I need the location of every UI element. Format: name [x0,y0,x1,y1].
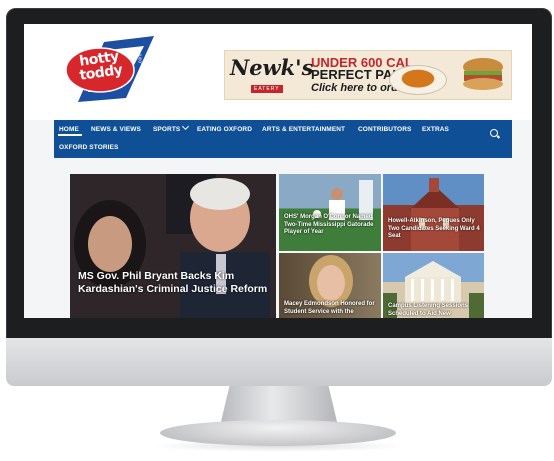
story-title[interactable]: Campus Listening Sessions Scheduled to A… [388,303,482,318]
nav-item-arts-entertainment[interactable]: ARTS & ENTERTAINMENT [262,126,345,133]
search-icon[interactable] [490,129,498,137]
story-title[interactable]: MS Gov. Phil Bryant Backs Kim Kardashian… [78,270,268,296]
nav-item-home[interactable]: HOME [59,126,79,133]
main-nav: HOME NEWS & VIEWS SPORTS EATING OXFORD A… [54,120,512,158]
nav-item-oxford-stories[interactable]: OXFORD STORIES [59,144,118,151]
nav-item-contributors[interactable]: CONTRIBUTORS [358,126,411,133]
newks-ad-banner[interactable]: Newk's EATERY UNDER 600 CAL PERFECT PAIR… [224,50,512,100]
ad-brand: Newk's [230,55,314,80]
story-title[interactable]: Macey Edmondson Honored for Student Serv… [284,301,378,316]
story-card[interactable]: Macey Edmondson Honored for Student Serv… [279,253,381,318]
monitor-stand-foot [160,420,396,446]
nav-item-eating-oxford[interactable]: EATING OXFORD [197,126,252,133]
soup-bowl-image [389,65,447,95]
story-card[interactable]: OHS' Morgan O'Connor Named Two-Time Miss… [279,174,381,251]
logo-suffix: .com [137,53,144,65]
featured-story-main[interactable]: MS Gov. Phil Bryant Backs Kim Kardashian… [70,174,276,318]
featured-stories: MS Gov. Phil Bryant Backs Kim Kardashian… [70,174,484,318]
story-title[interactable]: Howell-Atkinson, Pegues Only Two Candida… [388,218,482,241]
site-logo[interactable]: hotty toddy .com [64,36,154,110]
monitor-chin [6,338,552,386]
story-photo [313,180,373,220]
story-card[interactable]: Howell-Atkinson, Pegues Only Two Candida… [383,174,484,251]
story-card[interactable]: Campus Listening Sessions Scheduled to A… [383,253,484,318]
site-header: hotty toddy .com Newk's EATERY UNDER 600… [24,24,532,120]
ad-brand-tag: EATERY [251,85,283,93]
sandwich-image [463,58,503,90]
nav-item-sports[interactable]: SPORTS [153,122,190,133]
nav-item-news-views[interactable]: NEWS & VIEWS [91,126,141,133]
nav-active-indicator [58,134,82,136]
story-title[interactable]: OHS' Morgan O'Connor Named Two-Time Miss… [284,214,378,237]
chevron-down-icon [182,122,190,131]
screen: hotty toddy .com Newk's EATERY UNDER 600… [24,24,532,318]
story-photo [70,174,276,318]
nav-item-extras[interactable]: EXTRAS [422,126,449,133]
nav-item-sports-label: SPORTS [153,126,181,133]
